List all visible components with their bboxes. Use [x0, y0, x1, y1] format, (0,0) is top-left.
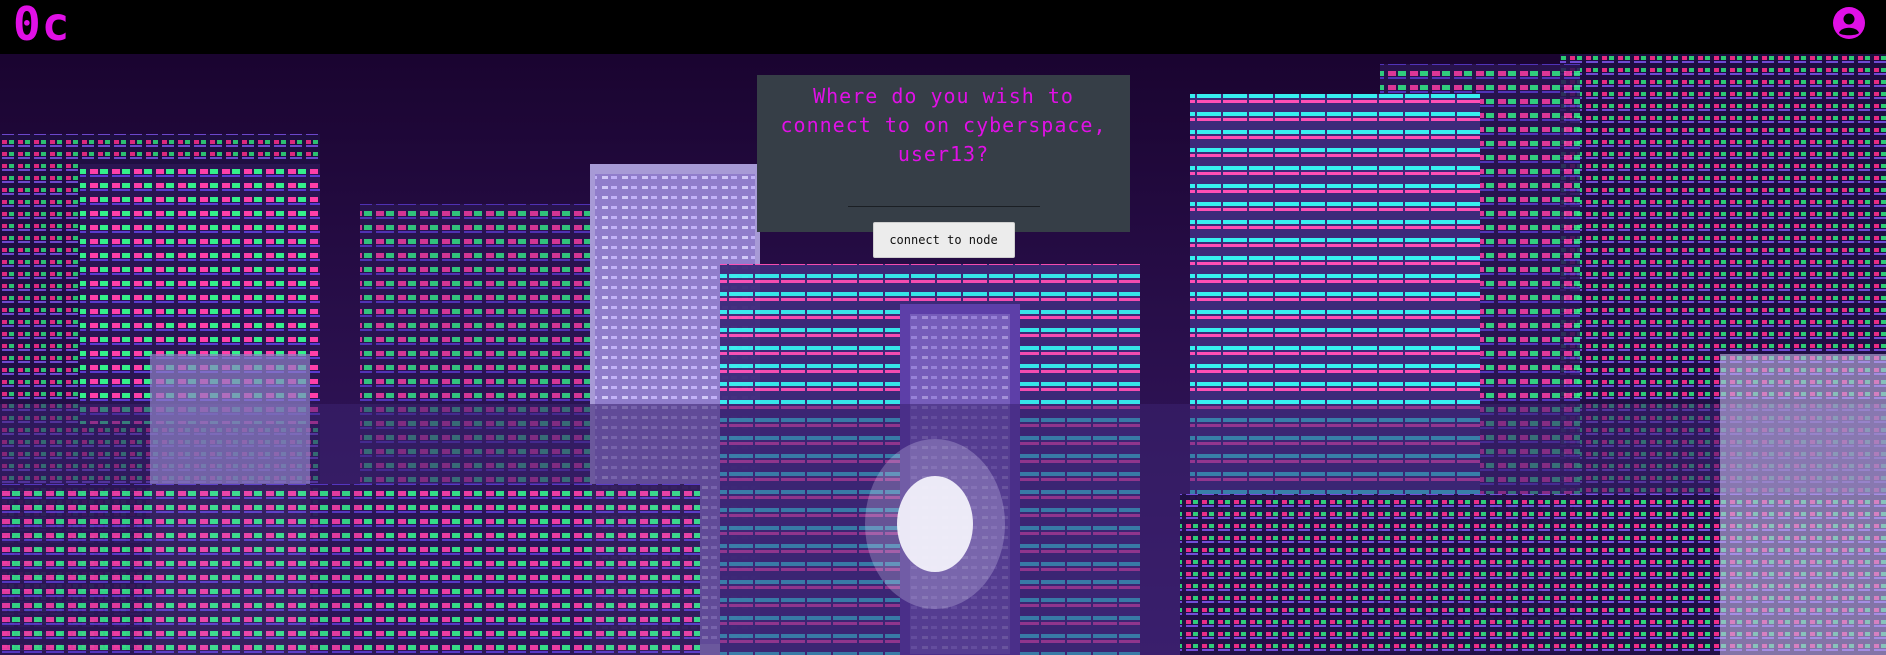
logo[interactable]: 0c — [13, 0, 70, 48]
user-circle-icon[interactable] — [1832, 6, 1866, 40]
connect-dialog: Where do you wish to connect to on cyber… — [757, 75, 1130, 258]
node-address-input[interactable] — [847, 182, 1040, 207]
connect-to-node-button[interactable]: connect to node — [872, 222, 1015, 258]
connect-prompt: Where do you wish to connect to on cyber… — [780, 84, 1107, 166]
top-bar: 0c — [0, 0, 1886, 54]
